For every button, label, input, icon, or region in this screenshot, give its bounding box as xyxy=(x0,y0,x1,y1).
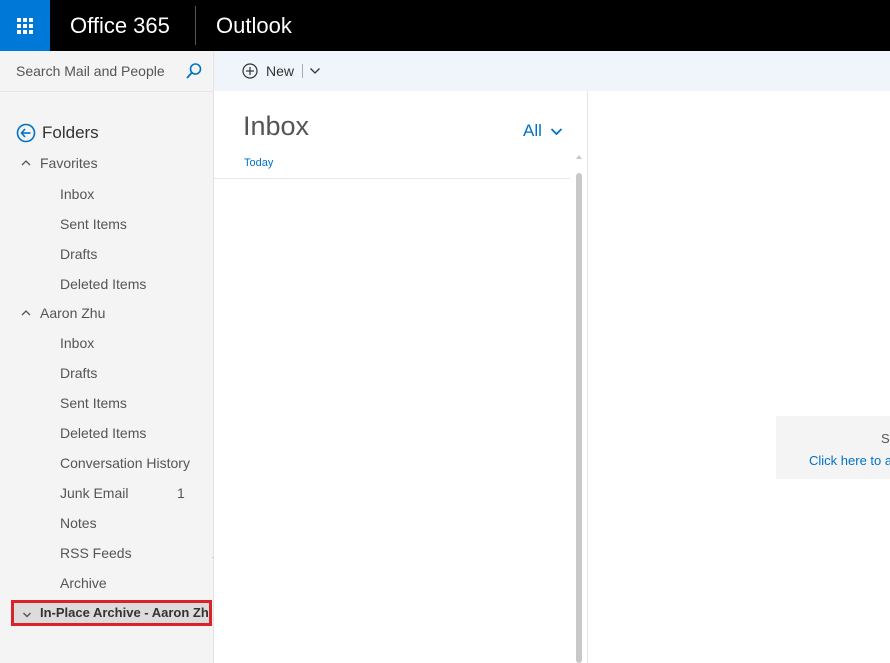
folder-pane: Search Mail and People Folders Favorites… xyxy=(0,51,214,663)
search-input[interactable]: Search Mail and People xyxy=(16,63,165,79)
chevron-down-icon xyxy=(550,127,563,135)
plus-circle-icon xyxy=(242,63,258,79)
in-place-archive-group-header[interactable]: In-Place Archive - Aaron Zhu xyxy=(11,600,212,626)
folders-back-button[interactable]: Folders xyxy=(16,122,99,144)
new-label: New xyxy=(266,63,295,79)
reading-pane-message: Se xyxy=(881,431,890,446)
date-group-label: Today xyxy=(244,157,274,169)
search-icon[interactable] xyxy=(185,62,203,80)
app-name[interactable]: Outlook xyxy=(216,0,292,51)
folder-item-junk-email[interactable]: Junk Email 1 xyxy=(0,481,213,505)
favorites-item-inbox[interactable]: Inbox xyxy=(0,182,213,206)
topbar-divider xyxy=(195,6,196,45)
chevron-down-icon xyxy=(23,612,31,618)
list-divider xyxy=(214,178,570,179)
folder-label: Junk Email xyxy=(60,485,129,501)
folder-item-notes[interactable]: Notes xyxy=(0,511,213,535)
folder-title: Inbox xyxy=(243,111,310,141)
folder-label: Inbox xyxy=(60,335,95,351)
in-place-archive-label: In-Place Archive - Aaron Zhu xyxy=(40,605,212,620)
filter-label: All xyxy=(523,121,542,140)
folder-label: Notes xyxy=(60,515,97,531)
folder-label: Sent Items xyxy=(60,395,127,411)
folder-item-conversation-history[interactable]: Conversation History xyxy=(0,451,213,475)
folder-item-drafts[interactable]: Drafts xyxy=(0,361,213,385)
account-label: Aaron Zhu xyxy=(40,305,106,321)
chevron-down-icon[interactable] xyxy=(309,65,321,77)
folders-label: Folders xyxy=(42,123,99,142)
empty-reading-pane-notice: Se Click here to a xyxy=(776,416,890,479)
folder-label: Drafts xyxy=(60,246,98,262)
back-arrow-icon xyxy=(16,123,36,143)
button-separator xyxy=(302,64,304,78)
scroll-up-arrow-icon[interactable] xyxy=(575,153,583,161)
folder-item-deleted-items[interactable]: Deleted Items xyxy=(0,421,213,445)
folder-label: RSS Feeds xyxy=(60,545,132,561)
app-launcher-button[interactable] xyxy=(0,0,50,51)
folder-label: Drafts xyxy=(60,365,98,381)
new-message-button[interactable]: New xyxy=(242,60,304,82)
account-group-header[interactable]: Aaron Zhu xyxy=(0,301,213,325)
search-box[interactable]: Search Mail and People xyxy=(0,51,213,92)
favorites-item-deleted-items[interactable]: Deleted Items xyxy=(0,272,213,296)
folder-item-sent-items[interactable]: Sent Items xyxy=(0,391,213,415)
folder-label: Deleted Items xyxy=(60,276,147,292)
chevron-up-icon xyxy=(21,310,31,316)
filter-dropdown[interactable]: All xyxy=(523,121,563,141)
chevron-up-icon xyxy=(21,160,31,166)
folder-label: Conversation History xyxy=(60,455,190,471)
message-list: Inbox All Today xyxy=(214,91,588,663)
message-list-scrollbar[interactable] xyxy=(576,173,582,663)
favorites-item-drafts[interactable]: Drafts xyxy=(0,242,213,266)
folder-label: Inbox xyxy=(60,186,95,202)
folder-item-inbox[interactable]: Inbox xyxy=(0,331,213,355)
waffle-icon xyxy=(17,17,33,34)
folder-item-archive[interactable]: Archive xyxy=(0,571,213,595)
folder-item-rss-feeds[interactable]: RSS Feeds xyxy=(0,541,213,565)
brand-label[interactable]: Office 365 xyxy=(70,0,170,51)
favorites-label: Favorites xyxy=(40,155,98,171)
favorites-group-header[interactable]: Favorites xyxy=(0,151,213,175)
folder-label: Deleted Items xyxy=(60,425,147,441)
folder-label: Archive xyxy=(60,575,107,591)
favorites-item-sent-items[interactable]: Sent Items xyxy=(0,212,213,236)
unread-count: 1 xyxy=(177,485,185,501)
top-bar: Office 365 Outlook xyxy=(0,0,890,51)
reading-pane: Se Click here to a xyxy=(588,91,890,663)
folder-label: Sent Items xyxy=(60,216,127,232)
reading-pane-link[interactable]: Click here to a xyxy=(809,453,890,468)
